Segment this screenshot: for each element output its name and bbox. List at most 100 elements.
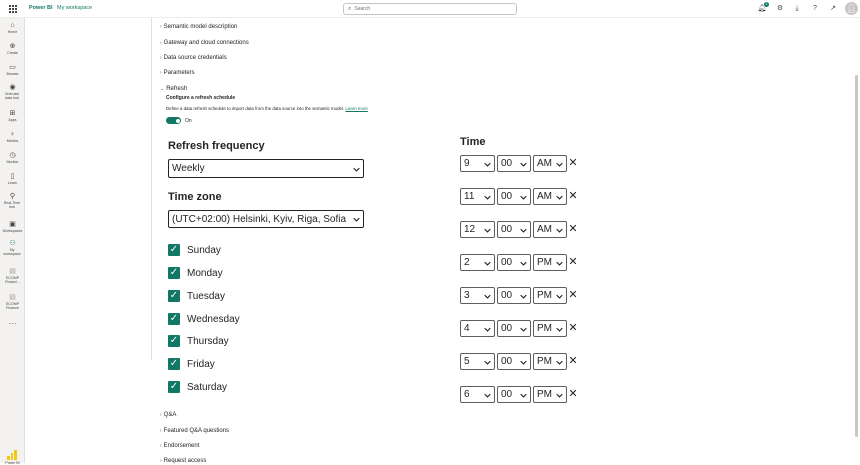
hour-select[interactable]: 6 <box>460 386 495 403</box>
ampm-select[interactable]: PM <box>533 320 567 337</box>
ampm-select[interactable]: AM <box>533 221 567 238</box>
day-tuesday[interactable]: ✓ Tuesday <box>168 290 225 302</box>
nav-item-ecomp-financi[interactable]: ▤ ECOMP Financi... <box>0 268 25 284</box>
download-icon[interactable]: ⤓ <box>792 4 802 14</box>
section-featured-qa[interactable]: › Featured Q&A questions <box>160 428 229 434</box>
ampm-select[interactable]: AM <box>533 155 567 172</box>
nav-item-monitor[interactable]: ◷ Monitor <box>0 152 25 164</box>
remove-time-button[interactable]: ✕ <box>568 188 578 205</box>
chevron-right-icon: › <box>160 458 162 464</box>
waffle-icon[interactable] <box>9 5 17 13</box>
day-saturday[interactable]: ✓ Saturday <box>168 381 227 393</box>
ampm-select[interactable]: AM <box>533 188 567 205</box>
minute-select[interactable]: 00 <box>497 155 531 172</box>
day-friday[interactable]: ✓ Friday <box>168 358 215 370</box>
chevron-down-icon <box>484 294 491 299</box>
remove-time-button[interactable]: ✕ <box>568 386 578 403</box>
nav-item-realtime[interactable]: ⚲ Real-Time hub <box>0 193 25 209</box>
section-gateway-connections[interactable]: › Gateway and cloud connections <box>160 40 249 46</box>
nav-item-my-workspace[interactable]: ⚇ My workspace <box>0 240 25 256</box>
help-icon[interactable]: ? <box>810 4 820 14</box>
section-parameters[interactable]: › Parameters <box>160 70 195 76</box>
section-request-access[interactable]: › Request access <box>160 458 206 464</box>
checkbox-checked-icon[interactable]: ✓ <box>168 244 180 256</box>
remove-time-button[interactable]: ✕ <box>568 254 578 271</box>
brand-name[interactable]: Power BI <box>29 5 53 11</box>
avatar[interactable]: 👤︎ <box>845 2 858 15</box>
section-refresh[interactable]: ⌄ Refresh <box>160 86 187 92</box>
hour-select[interactable]: 5 <box>460 353 495 370</box>
nav-item-create[interactable]: ⊕ Create <box>0 43 25 55</box>
nav-item-onelake[interactable]: ◉ OneLake data hub <box>0 84 25 100</box>
hour-select[interactable]: 9 <box>460 155 495 172</box>
search-icon: ⌕ <box>348 5 352 12</box>
minute-select[interactable]: 00 <box>497 287 531 304</box>
section-endorsement[interactable]: › Endorsement <box>160 443 199 449</box>
chevron-right-icon: › <box>160 40 162 46</box>
remove-time-button[interactable]: ✕ <box>568 320 578 337</box>
chevron-down-icon <box>520 261 527 266</box>
share-icon[interactable]: ↗ <box>828 4 838 14</box>
search-box[interactable]: ⌕ <box>343 3 517 15</box>
left-nav: ⌂ Home ⊕ Create ▭ Browse ◉ OneLake data … <box>0 18 25 465</box>
scrollbar[interactable] <box>855 75 858 437</box>
time-label: Time <box>460 136 486 148</box>
remove-time-button[interactable]: ✕ <box>568 155 578 172</box>
chevron-right-icon: › <box>160 24 162 30</box>
hour-select[interactable]: 11 <box>460 188 495 205</box>
breadcrumb-workspace[interactable]: My workspace <box>57 5 92 11</box>
chevron-down-icon <box>484 393 491 398</box>
section-qa[interactable]: › Q&A <box>160 412 176 418</box>
minute-select[interactable]: 00 <box>497 254 531 271</box>
time-zone-select[interactable]: (UTC+02:00) Helsinki, Kyiv, Riga, Sofia <box>168 210 364 228</box>
hour-select[interactable]: 2 <box>460 254 495 271</box>
remove-time-button[interactable]: ✕ <box>568 353 578 370</box>
checkbox-checked-icon[interactable]: ✓ <box>168 290 180 302</box>
refresh-frequency-select[interactable]: Weekly <box>168 159 364 178</box>
nav-item-workspaces[interactable]: ▣ Workspaces <box>0 221 25 233</box>
nav-item-home[interactable]: ⌂ Home <box>0 22 25 34</box>
checkbox-checked-icon[interactable]: ✓ <box>168 335 180 347</box>
chevron-right-icon: › <box>160 412 162 418</box>
more-icon[interactable]: ··· <box>0 320 25 328</box>
nav-item-ecomp-finance[interactable]: ▤ ECOMP Finance <box>0 294 25 310</box>
nav-item-metrics[interactable]: ♀ Metrics <box>0 131 25 143</box>
day-thursday[interactable]: ✓ Thursday <box>168 335 229 347</box>
nav-item-browse[interactable]: ▭ Browse <box>0 64 25 76</box>
chevron-down-icon <box>556 162 563 167</box>
hour-select[interactable]: 3 <box>460 287 495 304</box>
day-sunday[interactable]: ✓ Sunday <box>168 244 221 256</box>
checkbox-checked-icon[interactable]: ✓ <box>168 267 180 279</box>
search-input[interactable] <box>354 6 505 12</box>
home-icon: ⌂ <box>10 22 15 29</box>
minute-select[interactable]: 00 <box>497 386 531 403</box>
minute-select[interactable]: 00 <box>497 188 531 205</box>
ampm-select[interactable]: PM <box>533 254 567 271</box>
nav-item-learn[interactable]: ▯ Learn <box>0 173 25 185</box>
ampm-select[interactable]: PM <box>533 287 567 304</box>
hour-select[interactable]: 12 <box>460 221 495 238</box>
minute-select[interactable]: 00 <box>497 353 531 370</box>
refresh-toggle[interactable] <box>166 117 181 124</box>
checkbox-checked-icon[interactable]: ✓ <box>168 381 180 393</box>
section-semantic-model-description[interactable]: › Semantic model description <box>160 24 237 30</box>
minute-select[interactable]: 00 <box>497 320 531 337</box>
ampm-select[interactable]: PM <box>533 353 567 370</box>
gear-icon[interactable]: ⚙ <box>775 4 785 14</box>
remove-time-button[interactable]: ✕ <box>568 221 578 238</box>
remove-time-button[interactable]: ✕ <box>568 287 578 304</box>
hour-select[interactable]: 4 <box>460 320 495 337</box>
learn-more-link[interactable]: Learn more <box>345 106 367 111</box>
day-monday[interactable]: ✓ Monday <box>168 267 223 279</box>
powerbi-label: Power BI <box>5 461 20 465</box>
powerbi-logo-icon[interactable] <box>7 450 17 460</box>
nav-item-apps[interactable]: ⊞ Apps <box>0 110 25 122</box>
ampm-select[interactable]: PM <box>533 386 567 403</box>
checkbox-checked-icon[interactable]: ✓ <box>168 358 180 370</box>
monitor-icon: ◷ <box>9 152 16 159</box>
minute-select[interactable]: 00 <box>497 221 531 238</box>
workspaces-icon: ▣ <box>9 221 16 228</box>
checkbox-checked-icon[interactable]: ✓ <box>168 313 180 325</box>
section-data-source-credentials[interactable]: › Data source credentials <box>160 55 227 61</box>
day-wednesday[interactable]: ✓ Wednesday <box>168 313 240 325</box>
